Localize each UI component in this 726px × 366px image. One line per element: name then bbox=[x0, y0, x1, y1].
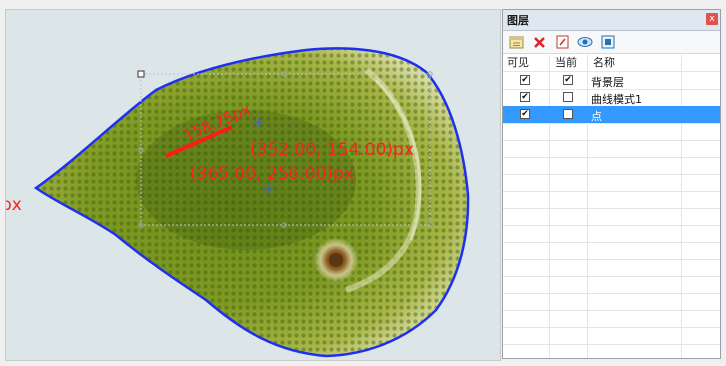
column-header-name[interactable]: 名称 bbox=[593, 55, 615, 71]
visible-checkbox[interactable]: ✔ bbox=[520, 109, 530, 119]
layer-name: 点 bbox=[591, 110, 602, 123]
column-header-visible[interactable]: 可见 bbox=[507, 55, 529, 71]
coord-label-b: (365.00, 256.00)px bbox=[190, 164, 354, 184]
layer-table: 可见 当前 名称 ✔ ✔ 背景层 ✔ 曲线模式1 ✔ 点 bbox=[503, 55, 720, 358]
visible-checkbox[interactable]: ✔ bbox=[520, 75, 530, 85]
image-canvas[interactable]: px 158.75px (352.00, 154.00)px (365.00, … bbox=[5, 9, 501, 361]
edge-label: px bbox=[6, 195, 22, 215]
add-layer-icon[interactable] bbox=[508, 34, 524, 50]
coord-label-a: (352.00, 154.00)px bbox=[250, 140, 414, 160]
layer-row[interactable]: ✔ 点 bbox=[503, 106, 720, 123]
close-icon[interactable]: x bbox=[706, 13, 718, 25]
layer-name: 曲线模式1 bbox=[591, 93, 642, 106]
layer-panel: 图层 x 可见 当前 名称 ✔ ✔ 背景层 ✔ 曲线模式1 ✔ 点 bbox=[502, 9, 721, 359]
layer-toolbar bbox=[503, 31, 720, 54]
layer-row[interactable]: ✔ ✔ 背景层 bbox=[503, 72, 720, 89]
visibility-eye-icon[interactable] bbox=[577, 34, 593, 50]
delete-icon[interactable] bbox=[531, 34, 547, 50]
edit-layer-icon[interactable] bbox=[554, 34, 570, 50]
column-header-current[interactable]: 当前 bbox=[555, 55, 577, 71]
current-checkbox[interactable]: ✔ bbox=[563, 75, 573, 85]
current-checkbox[interactable] bbox=[563, 92, 573, 102]
layer-panel-title: 图层 bbox=[507, 14, 529, 27]
current-checkbox[interactable] bbox=[563, 109, 573, 119]
layer-name: 背景层 bbox=[591, 76, 624, 89]
layer-panel-header: 图层 x bbox=[503, 10, 720, 31]
layer-properties-icon[interactable] bbox=[600, 34, 616, 50]
visible-checkbox[interactable]: ✔ bbox=[520, 92, 530, 102]
specimen-image bbox=[6, 10, 500, 360]
layer-row[interactable]: ✔ 曲线模式1 bbox=[503, 89, 720, 106]
